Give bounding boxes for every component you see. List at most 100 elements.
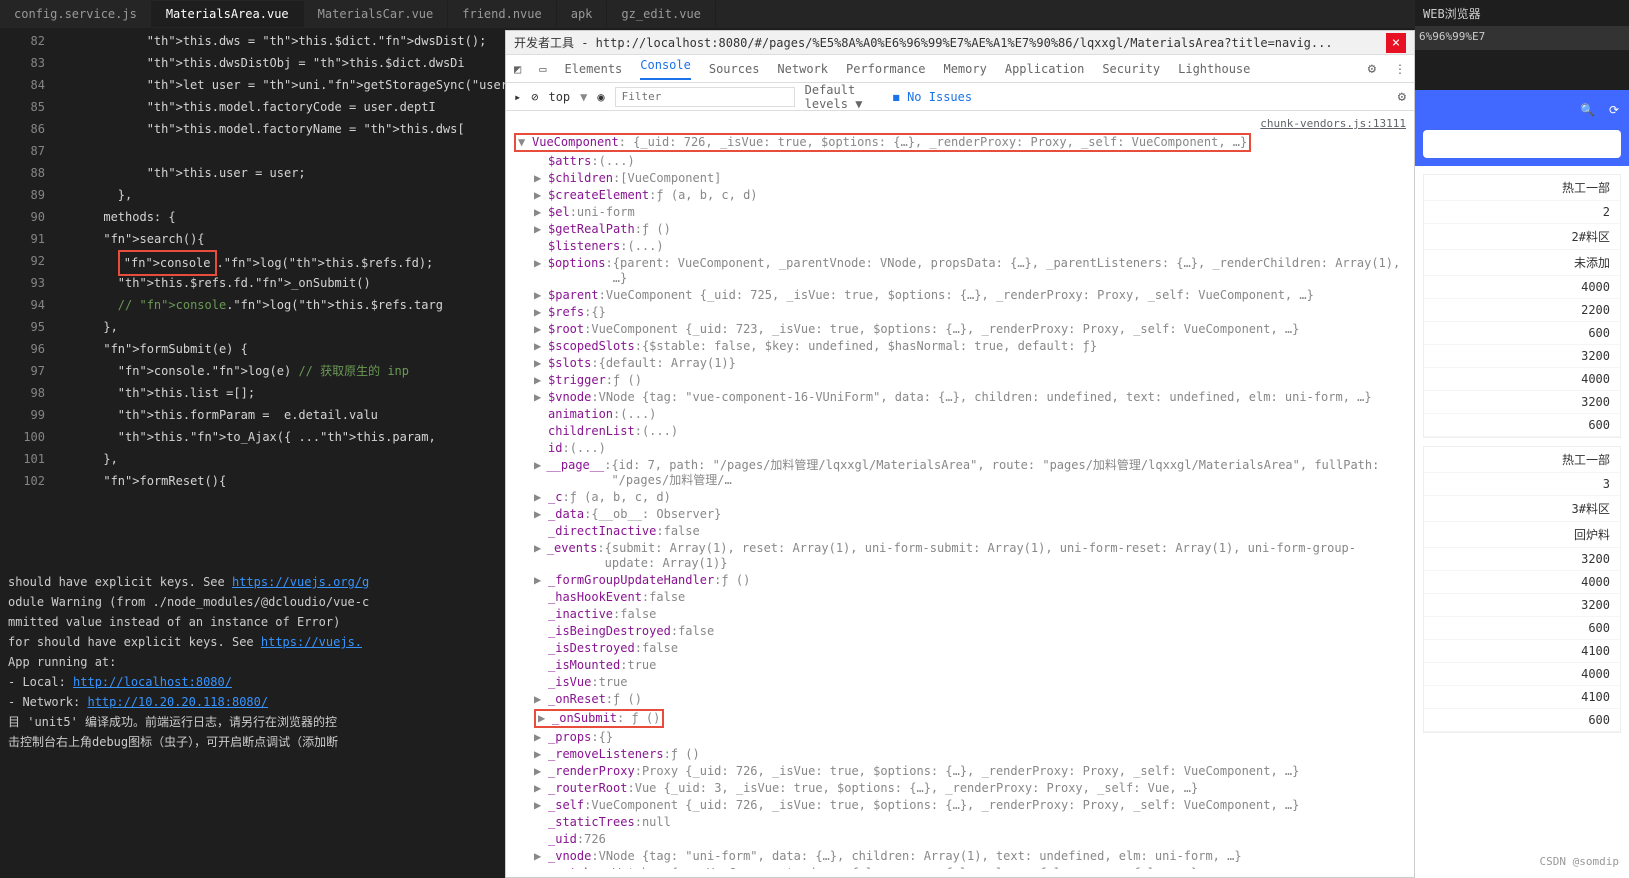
console-prop[interactable]: ▶$el: uni-form [514, 204, 1406, 221]
terminal-output[interactable]: should have explicit keys. See https://v… [0, 564, 505, 878]
tab-sources[interactable]: Sources [709, 62, 760, 76]
console-gear-icon[interactable]: ⚙ [1398, 89, 1406, 105]
tab-gz-edit[interactable]: gz_edit.vue [607, 1, 715, 27]
card-row: 3 [1424, 473, 1620, 496]
issues-badge[interactable]: ◼ No Issues [893, 90, 972, 104]
card-row: 600 [1424, 322, 1620, 345]
console-prop[interactable]: ▶_props: {} [514, 729, 1406, 746]
console-prop[interactable]: ▶_self: VueComponent {_uid: 726, _isVue:… [514, 797, 1406, 814]
console-prop[interactable]: ▶$trigger: ƒ () [514, 372, 1406, 389]
card-row: 600 [1424, 414, 1620, 437]
context-select[interactable]: top [548, 90, 570, 104]
log-levels[interactable]: Default levels ▼ [805, 83, 883, 111]
tab-config[interactable]: config.service.js [0, 1, 152, 27]
console-prop[interactable]: ▶_onReset: ƒ () [514, 691, 1406, 708]
code-content[interactable]: "th">this.dws = "th">this.$dict."fn">dws… [60, 28, 505, 564]
search-icon[interactable]: 🔍 [1580, 103, 1595, 117]
watermark: CSDN @somdip [1540, 855, 1619, 868]
console-prop[interactable]: id: (...) [514, 440, 1406, 457]
console-prop[interactable]: _isVue: true [514, 674, 1406, 691]
console-prop[interactable]: animation: (...) [514, 406, 1406, 423]
console-prop[interactable]: _isMounted: true [514, 657, 1406, 674]
console-prop[interactable]: _isDestroyed: false [514, 640, 1406, 657]
eye-icon[interactable]: ◉ [597, 90, 604, 104]
refresh-icon[interactable]: ⟳ [1609, 103, 1619, 117]
code-editor[interactable]: 8283848586878889909192939495969798991001… [0, 28, 505, 564]
data-card[interactable]: 热工一部33#料区回炉料3200400032006004100400041006… [1423, 446, 1621, 733]
console-prop[interactable]: ▶__page__: {id: 7, path: "/pages/加料管理/lq… [514, 457, 1406, 489]
tab-materials-car[interactable]: MaterialsCar.vue [304, 1, 449, 27]
console-prop[interactable]: ▶_onSubmit: ƒ () [514, 708, 1406, 729]
card-row: 2 [1424, 201, 1620, 224]
preview-url: 6%96%99%E7 [1415, 26, 1629, 50]
card-row: 3200 [1424, 594, 1620, 617]
card-row: 回炉料 [1424, 522, 1620, 548]
console-prop[interactable]: ▶$options: {parent: VueComponent, _paren… [514, 255, 1406, 287]
tab-application[interactable]: Application [1005, 62, 1084, 76]
tab-memory[interactable]: Memory [943, 62, 986, 76]
console-prop[interactable]: ▶$refs: {} [514, 304, 1406, 321]
search-input[interactable] [1423, 130, 1621, 158]
console-prop[interactable]: ▶_formGroupUpdateHandler: ƒ () [514, 572, 1406, 589]
tab-console[interactable]: Console [640, 58, 691, 80]
tab-performance[interactable]: Performance [846, 62, 925, 76]
card-row: 4100 [1424, 640, 1620, 663]
card-row: 4100 [1424, 686, 1620, 709]
tab-lighthouse[interactable]: Lighthouse [1178, 62, 1250, 76]
console-prop[interactable]: ▶$children: [VueComponent] [514, 170, 1406, 187]
console-prop[interactable]: _staticTrees: null [514, 814, 1406, 831]
tab-materials-area[interactable]: MaterialsArea.vue [152, 1, 304, 27]
console-output[interactable]: chunk-vendors.js:13111▼VueComponent: {_u… [506, 111, 1414, 869]
card-row: 600 [1424, 617, 1620, 640]
filter-input[interactable] [615, 87, 795, 107]
console-prop[interactable]: ▼VueComponent: {_uid: 726, _isVue: true,… [514, 132, 1406, 153]
console-prop[interactable]: ▶_routerRoot: Vue {_uid: 3, _isVue: true… [514, 780, 1406, 797]
card-row: 3#料区 [1424, 496, 1620, 522]
tab-network[interactable]: Network [777, 62, 828, 76]
console-prop[interactable]: $attrs: (...) [514, 153, 1406, 170]
console-prop[interactable]: $listeners: (...) [514, 238, 1406, 255]
tab-elements[interactable]: Elements [564, 62, 622, 76]
console-prop[interactable]: ▶_events: {submit: Array(1), reset: Arra… [514, 540, 1406, 572]
console-prop[interactable]: ▶$root: VueComponent {_uid: 723, _isVue:… [514, 321, 1406, 338]
card-row: 4000 [1424, 663, 1620, 686]
tab-friend[interactable]: friend.nvue [448, 1, 556, 27]
inspect-icon[interactable]: ◩ [514, 62, 521, 76]
console-prop[interactable]: ▶_removeListeners: ƒ () [514, 746, 1406, 763]
console-prop[interactable]: ▶$scopedSlots: {$stable: false, $key: un… [514, 338, 1406, 355]
console-prop[interactable]: _directInactive: false [514, 523, 1406, 540]
preview-content[interactable]: 热工一部22#料区未添加40002200600320040003200600热工… [1415, 174, 1629, 733]
chevron-down-icon[interactable]: ▼ [580, 90, 587, 104]
card-row: 2#料区 [1424, 224, 1620, 250]
source-link[interactable]: chunk-vendors.js:13111 [1260, 116, 1406, 131]
data-card[interactable]: 热工一部22#料区未添加40002200600320040003200600 [1423, 174, 1621, 438]
card-row: 2200 [1424, 299, 1620, 322]
console-prop[interactable]: ▶_data: {__ob__: Observer} [514, 506, 1406, 523]
console-prop[interactable]: ▶$slots: {default: Array(1)} [514, 355, 1406, 372]
sidebar-toggle-icon[interactable]: ▸ [514, 90, 521, 104]
console-prop[interactable]: ▶_c: ƒ (a, b, c, d) [514, 489, 1406, 506]
tab-security[interactable]: Security [1102, 62, 1160, 76]
console-prop[interactable]: _hasHookEvent: false [514, 589, 1406, 606]
devtools-tabs: ◩ ▭ Elements Console Sources Network Per… [506, 55, 1414, 83]
console-prop[interactable]: _isBeingDestroyed: false [514, 623, 1406, 640]
console-prop[interactable]: ▶$getRealPath: ƒ () [514, 221, 1406, 238]
console-prop[interactable]: ▶$parent: VueComponent {_uid: 725, _isVu… [514, 287, 1406, 304]
preview-toolbar: 🔍 ⟳ [1415, 90, 1629, 130]
gear-icon[interactable]: ⚙ [1368, 61, 1376, 77]
console-prop[interactable]: childrenList: (...) [514, 423, 1406, 440]
console-prop[interactable]: ▶_watcher: Watcher {vm: VueComponent, de… [514, 865, 1406, 869]
clear-icon[interactable]: ⊘ [531, 90, 538, 104]
console-prop[interactable]: _uid: 726 [514, 831, 1406, 848]
device-icon[interactable]: ▭ [539, 62, 546, 76]
editor-tabs: config.service.js MaterialsArea.vue Mate… [0, 0, 1629, 28]
close-icon[interactable]: × [1386, 33, 1406, 53]
console-prop[interactable]: ▶$vnode: VNode {tag: "vue-component-16-V… [514, 389, 1406, 406]
console-prop[interactable]: ▶$createElement: ƒ (a, b, c, d) [514, 187, 1406, 204]
console-prop[interactable]: _inactive: false [514, 606, 1406, 623]
devtools-window: 开发者工具 - http://localhost:8080/#/pages/%E… [505, 30, 1415, 878]
console-prop[interactable]: ▶_renderProxy: Proxy {_uid: 726, _isVue:… [514, 763, 1406, 780]
more-icon[interactable]: ⋮ [1394, 62, 1406, 76]
tab-apk[interactable]: apk [557, 1, 608, 27]
console-prop[interactable]: ▶_vnode: VNode {tag: "uni-form", data: {… [514, 848, 1406, 865]
